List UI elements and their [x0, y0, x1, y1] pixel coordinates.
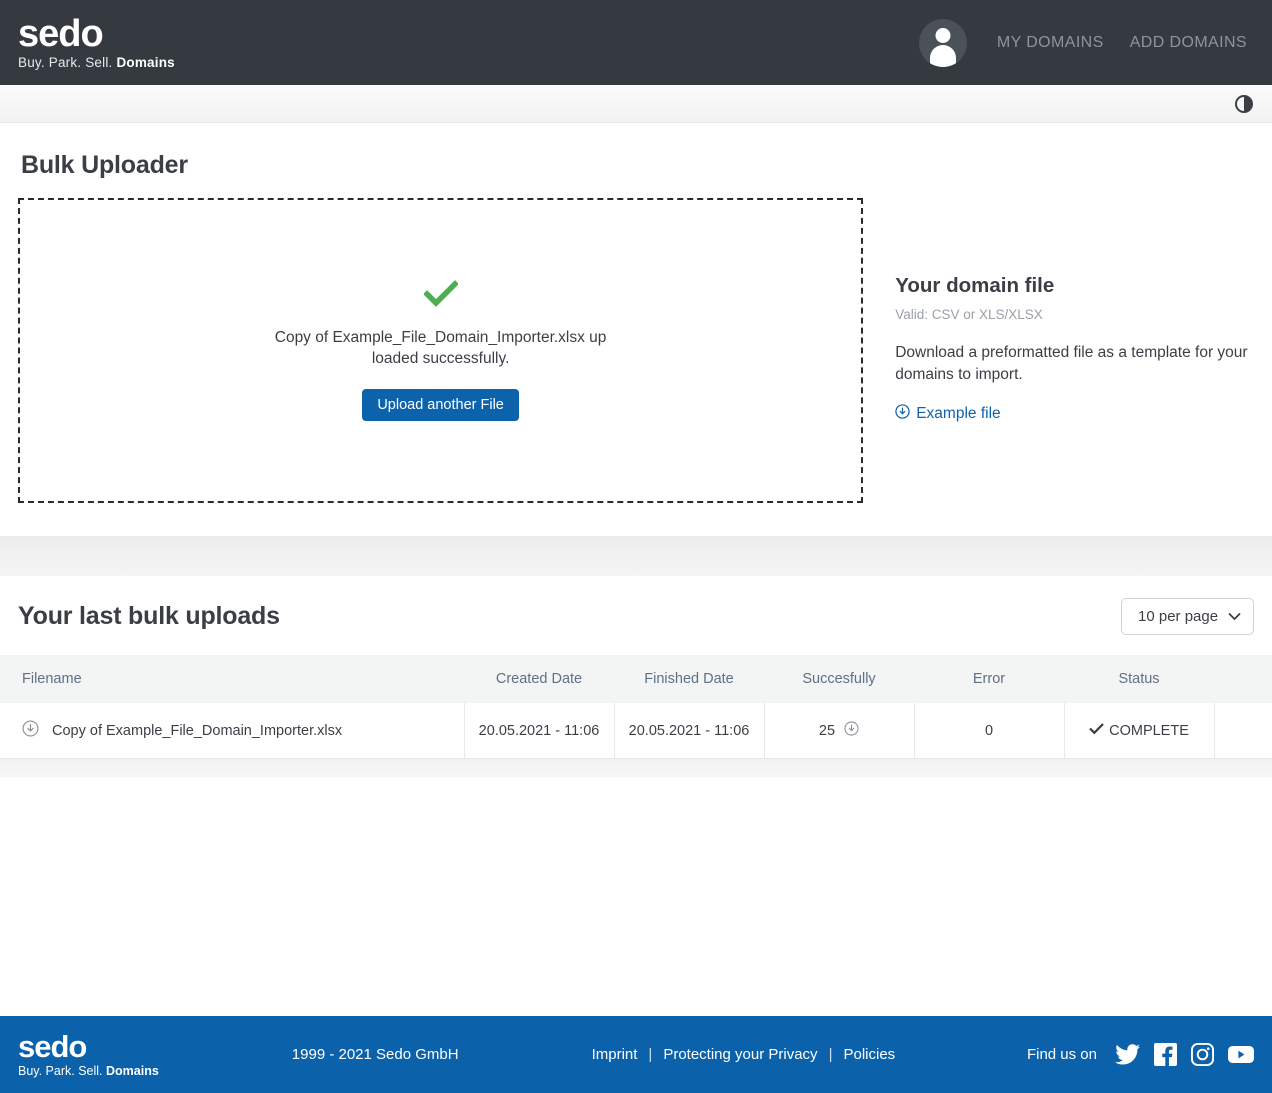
- column-header-actions: [1214, 655, 1272, 703]
- footer-link-policies[interactable]: Policies: [843, 1046, 895, 1063]
- nav-add-domains[interactable]: ADD DOMAINS: [1130, 34, 1247, 52]
- per-page-select-wrapper: 10 per page: [1121, 598, 1254, 635]
- domain-file-description: Download a preformatted file as a templa…: [895, 342, 1254, 386]
- instagram-icon[interactable]: [1191, 1043, 1214, 1066]
- green-check-icon: [424, 280, 458, 313]
- per-page-select[interactable]: 10 per page: [1121, 598, 1254, 635]
- table-footer-strip: [0, 759, 1272, 777]
- valid-formats-text: Valid: CSV or XLS/XLSX: [895, 307, 1254, 322]
- sedo-logo[interactable]: sedo Buy. Park. Sell. Domains: [18, 15, 175, 70]
- file-dropzone[interactable]: Copy of Example_File_Domain_Importer.xls…: [18, 198, 863, 503]
- social-links: Find us on: [1027, 1043, 1254, 1066]
- footer-brand-tagline: Buy. Park. Sell. Domains: [18, 1065, 159, 1078]
- main-content: Bulk Uploader Copy of Example_File_Domai…: [0, 151, 1272, 503]
- uploads-table-body: Copy of Example_File_Domain_Importer.xls…: [0, 703, 1272, 759]
- footer-sedo-logo[interactable]: sedo Buy. Park. Sell. Domains: [18, 1031, 159, 1078]
- upload-another-file-button[interactable]: Upload another File: [362, 389, 519, 421]
- example-file-label: Example file: [916, 405, 1000, 423]
- user-avatar-icon[interactable]: [919, 19, 967, 67]
- youtube-icon[interactable]: [1228, 1045, 1254, 1064]
- cell-actions: [1214, 703, 1272, 759]
- download-circle-icon[interactable]: [22, 720, 39, 741]
- footer-links: Imprint | Protecting your Privacy | Poli…: [592, 1046, 896, 1063]
- check-icon: [1089, 722, 1104, 739]
- cell-successfully: 25: [764, 703, 914, 759]
- table-header-row: Filename Created Date Finished Date Succ…: [0, 655, 1272, 703]
- uploads-table: Filename Created Date Finished Date Succ…: [0, 655, 1272, 759]
- nav-my-domains[interactable]: MY DOMAINS: [997, 34, 1104, 52]
- upload-success-message: Copy of Example_File_Domain_Importer.xls…: [273, 327, 608, 369]
- footer-link-privacy[interactable]: Protecting your Privacy: [663, 1046, 817, 1063]
- uploads-table-header: Filename Created Date Finished Date Succ…: [0, 655, 1272, 703]
- page-title: Bulk Uploader: [21, 151, 1254, 180]
- column-header-finished-date[interactable]: Finished Date: [614, 655, 764, 703]
- footer-separator: |: [829, 1046, 833, 1063]
- table-row: Copy of Example_File_Domain_Importer.xls…: [0, 703, 1272, 759]
- column-header-created-date[interactable]: Created Date: [464, 655, 614, 703]
- main-nav: MY DOMAINS ADD DOMAINS: [997, 34, 1250, 52]
- cell-filename: Copy of Example_File_Domain_Importer.xls…: [0, 703, 464, 759]
- column-header-filename[interactable]: Filename: [0, 655, 464, 703]
- column-header-status[interactable]: Status: [1064, 655, 1214, 703]
- page-footer: sedo Buy. Park. Sell. Domains 1999 - 202…: [0, 1016, 1272, 1093]
- footer-copyright: 1999 - 2021 Sedo GmbH: [292, 1046, 459, 1063]
- column-header-successfully[interactable]: Succesfully: [764, 655, 914, 703]
- example-file-link[interactable]: Example file: [895, 404, 1000, 424]
- filename-text: Copy of Example_File_Domain_Importer.xls…: [52, 723, 342, 739]
- utility-bar: [0, 85, 1272, 123]
- top-navbar: sedo Buy. Park. Sell. Domains MY DOMAINS…: [0, 0, 1272, 85]
- cell-error: 0: [914, 703, 1064, 759]
- section-divider-band: [0, 536, 1272, 576]
- download-circle-icon[interactable]: [844, 721, 859, 740]
- cell-finished-date: 20.05.2021 - 11:06: [614, 703, 764, 759]
- upload-section: Copy of Example_File_Domain_Importer.xls…: [18, 198, 1254, 503]
- navbar-right: MY DOMAINS ADD DOMAINS: [919, 19, 1250, 67]
- brand-tagline: Buy. Park. Sell. Domains: [18, 56, 175, 70]
- download-circle-icon: [895, 404, 910, 424]
- domain-file-info: Your domain file Valid: CSV or XLS/XLSX …: [895, 198, 1254, 503]
- uploads-title: Your last bulk uploads: [18, 602, 280, 631]
- successfully-count: 25: [819, 723, 835, 739]
- footer-brand-wordmark: sedo: [18, 1031, 159, 1062]
- twitter-icon[interactable]: [1115, 1044, 1140, 1065]
- cell-status: COMPLETE: [1064, 703, 1214, 759]
- column-header-error[interactable]: Error: [914, 655, 1064, 703]
- contrast-toggle-icon[interactable]: [1234, 94, 1254, 114]
- find-us-label: Find us on: [1027, 1046, 1097, 1063]
- cell-created-date: 20.05.2021 - 11:06: [464, 703, 614, 759]
- footer-link-imprint[interactable]: Imprint: [592, 1046, 638, 1063]
- status-badge: COMPLETE: [1109, 723, 1189, 739]
- brand-wordmark: sedo: [18, 15, 175, 53]
- uploads-header: Your last bulk uploads 10 per page: [0, 576, 1272, 655]
- domain-file-title: Your domain file: [895, 274, 1254, 298]
- facebook-icon[interactable]: [1154, 1043, 1177, 1066]
- footer-separator: |: [648, 1046, 652, 1063]
